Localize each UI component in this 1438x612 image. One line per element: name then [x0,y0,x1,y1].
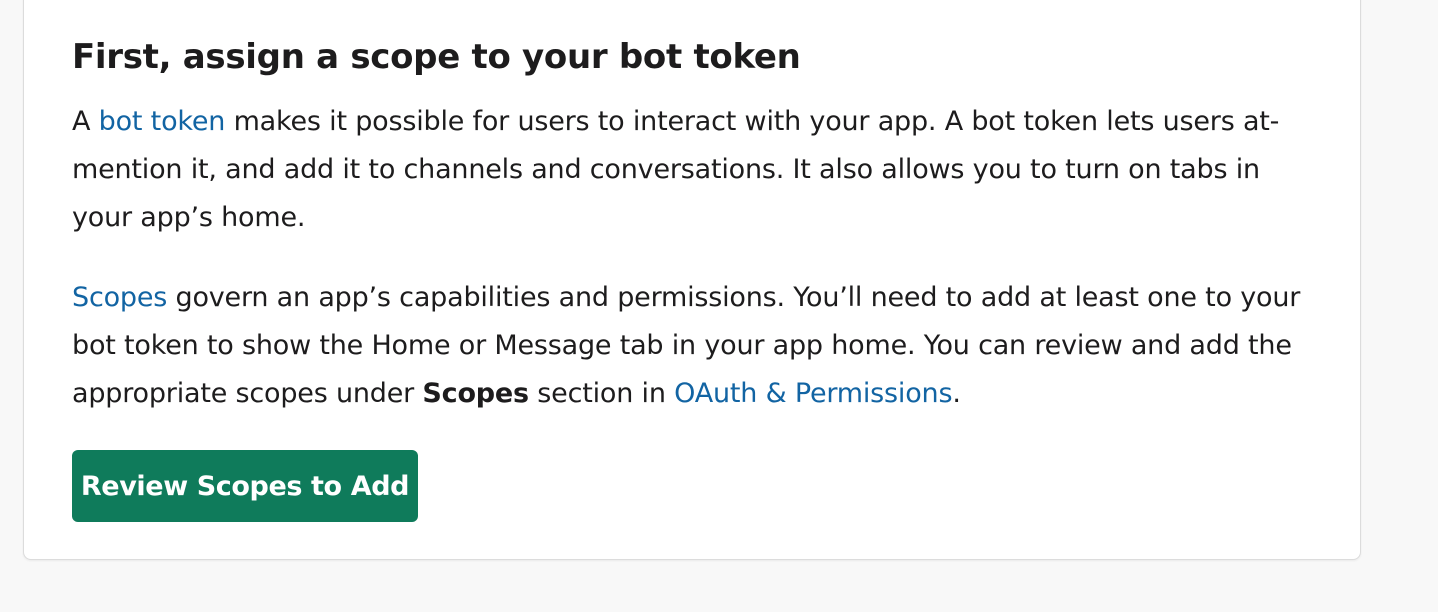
description-prefix: A [72,106,99,137]
review-scopes-button[interactable]: Review Scopes to Add [72,450,418,522]
scopes-suffix: . [952,378,961,409]
oauth-permissions-link[interactable]: OAuth & Permissions [674,378,952,409]
card-content: First, assign a scope to your bot token … [72,35,1322,522]
scopes-description: Scopes govern an app’s capabilities and … [72,274,1322,418]
bot-token-scope-card: First, assign a scope to your bot token … [23,0,1361,560]
scopes-link[interactable]: Scopes [72,282,167,313]
bot-token-description: A bot token makes it possible for users … [72,98,1322,242]
bot-token-link[interactable]: bot token [99,106,226,137]
section-heading: First, assign a scope to your bot token [72,37,801,77]
scopes-bold-label: Scopes [422,378,529,409]
description-text: makes it possible for users to interact … [72,106,1280,233]
scopes-text-2: section in [528,378,675,409]
